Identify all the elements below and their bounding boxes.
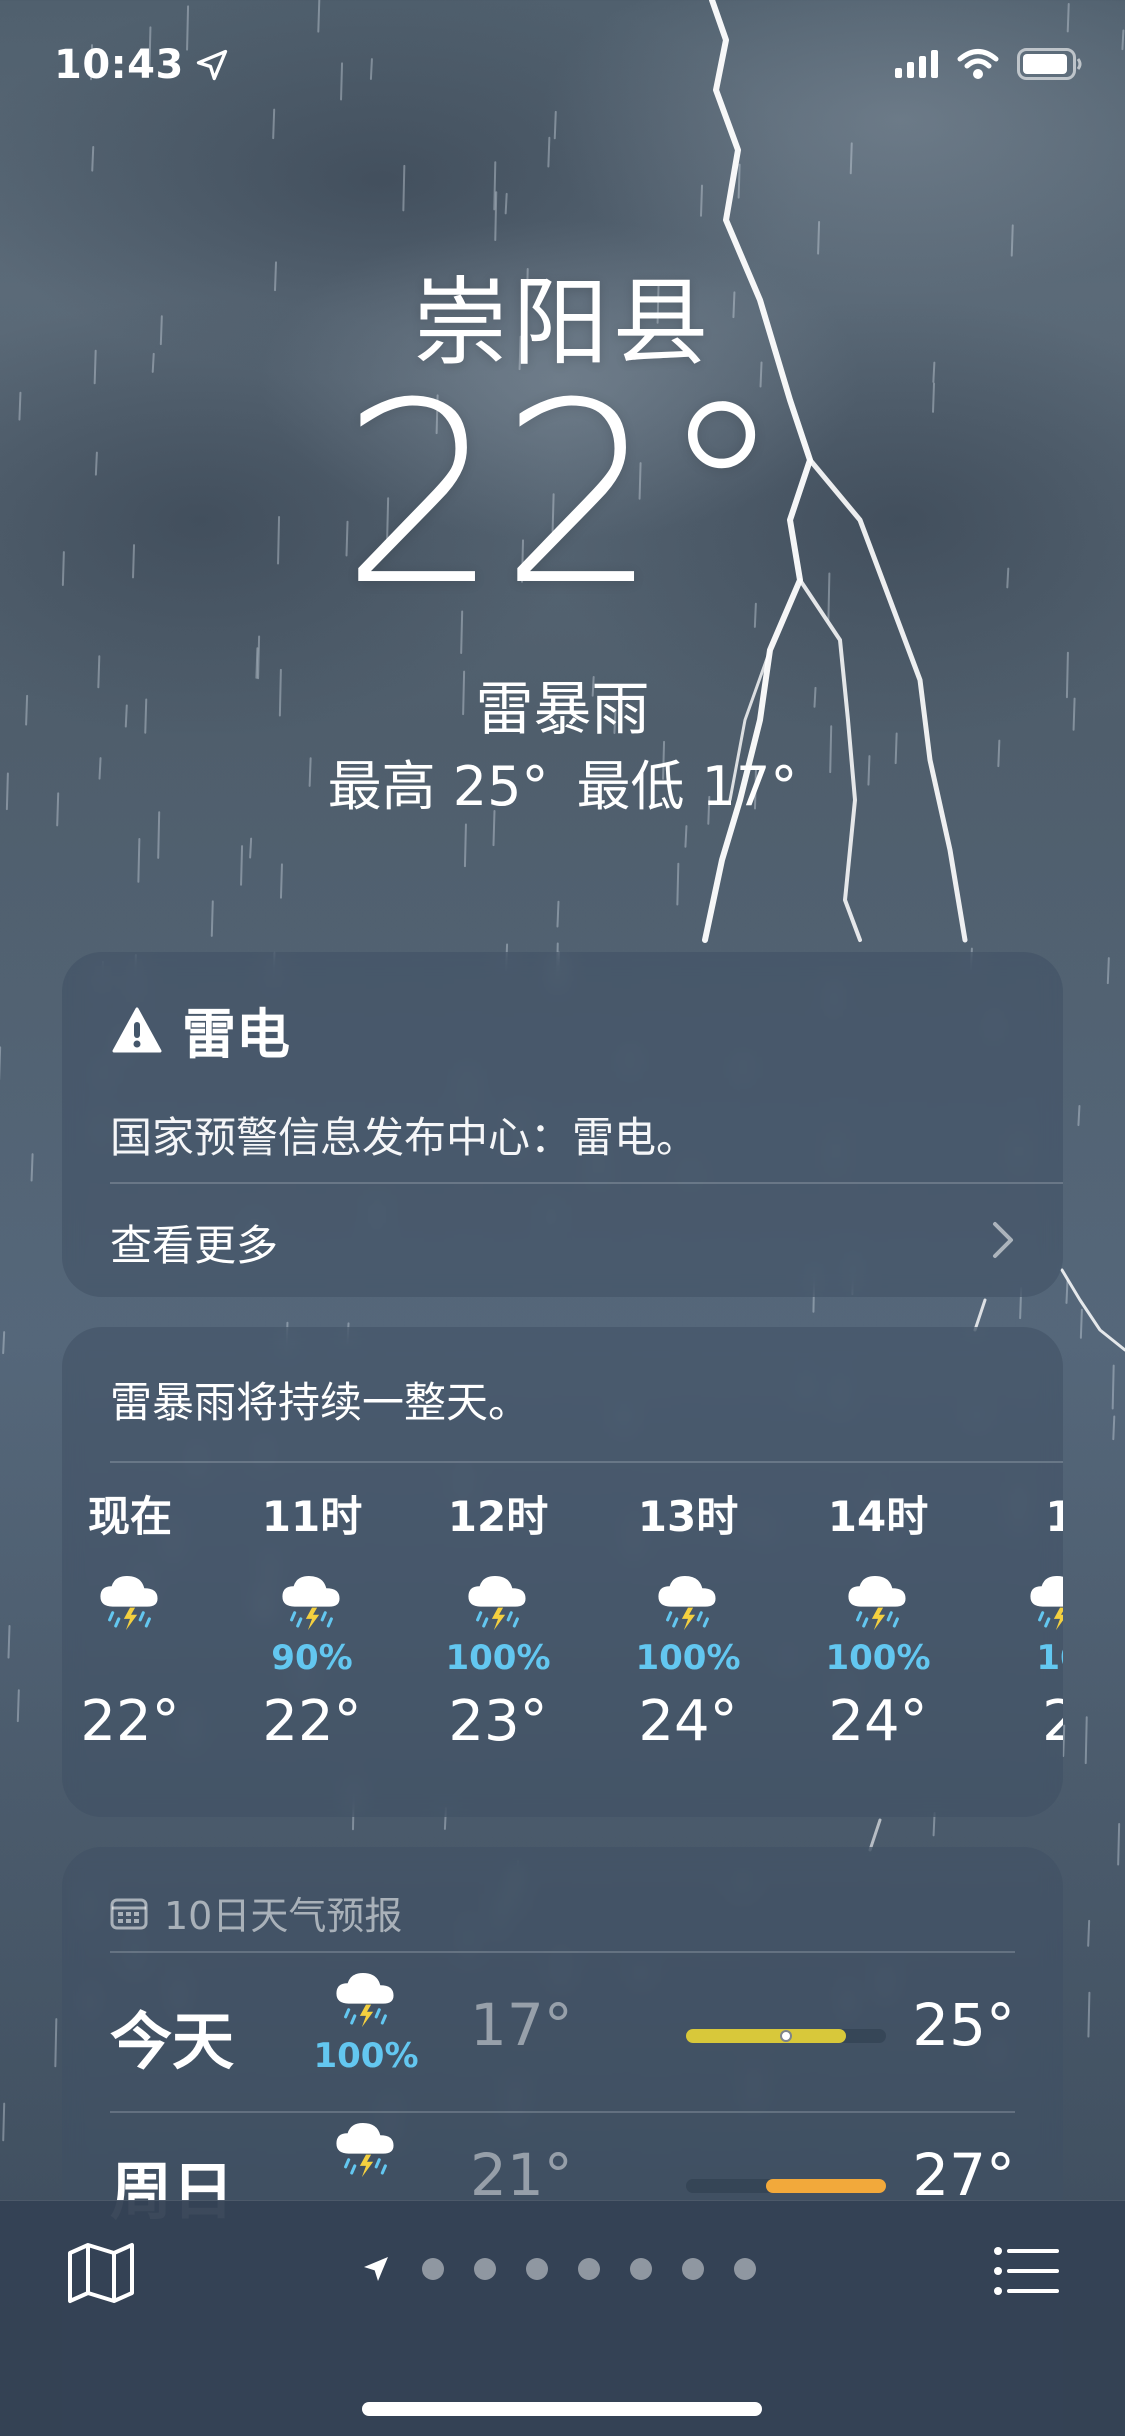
hourly-forecast-card[interactable]: 雷暴雨将持续一整天。 现在 22° 11时 90% 22° 12时 100% 23° 13时 10… <box>62 1327 1063 1817</box>
page-dot[interactable] <box>630 2258 652 2280</box>
hour-icon-wrap <box>242 1565 382 1635</box>
hour-temperature: 23° <box>448 1689 548 1754</box>
day-low: 21° <box>470 2141 573 2209</box>
day-icon-wrap <box>306 2121 426 2186</box>
hour-label: 14时 <box>827 1492 929 1541</box>
hour-temperature: 22° <box>80 1689 180 1754</box>
hour-label: 现在 <box>87 1492 172 1541</box>
home-indicator[interactable] <box>362 2402 762 2416</box>
current-temp-marker <box>780 2030 792 2042</box>
page-dot[interactable] <box>422 2258 444 2280</box>
page-dot[interactable] <box>578 2258 600 2280</box>
hour-icon-wrap <box>62 1565 200 1635</box>
hourly-item: 12时 100% 23° <box>428 1487 568 1754</box>
low-temp: 最低 17° <box>576 755 798 818</box>
current-condition: 雷暴雨 <box>475 675 650 743</box>
day-high: 27° <box>912 2141 1015 2209</box>
bottom-toolbar <box>0 2200 1125 2436</box>
hour-icon-wrap <box>990 1565 1063 1635</box>
day-high: 25° <box>912 1991 1015 2059</box>
thunderstorm-icon <box>658 1575 716 1630</box>
page-dot[interactable] <box>474 2258 496 2280</box>
alert-title: 雷电 <box>112 990 290 1069</box>
hour-icon-wrap <box>428 1565 568 1635</box>
wifi-icon <box>957 49 999 79</box>
hour-label: 11时 <box>261 1492 363 1541</box>
hour-label: 13时 <box>637 1492 739 1541</box>
page-dot[interactable] <box>526 2258 548 2280</box>
divider <box>110 1951 1015 1953</box>
alert-message: 国家预警信息发布中心：雷电。 <box>110 1113 699 1162</box>
calendar-icon <box>110 1898 148 1929</box>
high-temp: 最高 25° <box>327 755 549 818</box>
hourly-item: 1 10 2 <box>990 1487 1063 1754</box>
location-arrow-icon[interactable] <box>360 2253 392 2285</box>
page-dot[interactable] <box>682 2258 704 2280</box>
precipitation-probability: 10 <box>1036 1638 1063 1678</box>
page-dot[interactable] <box>734 2258 756 2280</box>
precipitation-probability: 100% <box>635 1638 741 1678</box>
day-name: 今天 <box>110 2005 235 2078</box>
map-icon[interactable] <box>66 2241 136 2305</box>
ten-day-header: 10日天气预报 <box>110 1885 402 1940</box>
warning-triangle-icon <box>112 1007 162 1052</box>
divider <box>110 1182 1063 1184</box>
hourly-item: 13时 100% 24° <box>618 1487 758 1754</box>
thunderstorm-icon <box>282 1575 340 1630</box>
divider <box>110 1461 1063 1463</box>
ten-day-header-text: 10日天气预报 <box>164 1894 403 1938</box>
high-low-temps: 最高 25° 最低 17° <box>0 742 1125 821</box>
precipitation-probability: 100% <box>445 1638 551 1678</box>
current-temperature: 22° <box>340 349 785 640</box>
thunderstorm-icon <box>336 1973 394 2028</box>
thunderstorm-icon <box>848 1575 906 1630</box>
precipitation-probability <box>62 1635 200 1681</box>
hourly-item: 14时 100% 24° <box>808 1487 948 1754</box>
temperature-range-fill <box>766 2179 886 2193</box>
hour-temperature: 22° <box>262 1689 362 1754</box>
thunderstorm-icon <box>468 1575 526 1630</box>
clock-text: 10:43 <box>54 42 184 88</box>
hourly-item: 现在 22° <box>62 1487 200 1754</box>
hour-temperature: 24° <box>638 1689 738 1754</box>
day-low: 17° <box>470 1991 573 2059</box>
severe-weather-alert-card[interactable]: 雷电 国家预警信息发布中心：雷电。 查看更多 <box>62 952 1063 1297</box>
hourly-item: 11时 90% 22° <box>242 1487 382 1754</box>
temperature-range-fill <box>686 2029 846 2043</box>
hour-icon-wrap <box>808 1565 948 1635</box>
hour-temperature: 24° <box>828 1689 928 1754</box>
daily-row[interactable]: 今天 100% 17° 25° <box>110 1963 1015 2113</box>
chevron-right-icon[interactable] <box>991 1220 1015 1260</box>
thunderstorm-icon <box>336 2123 394 2178</box>
temperature-range-bar <box>686 2029 886 2043</box>
alert-title-text: 雷电 <box>182 1003 290 1066</box>
precipitation-probability: 90% <box>271 1638 353 1678</box>
status-time: 10:43 <box>54 42 230 88</box>
status-icons <box>895 48 1083 80</box>
page-indicator[interactable] <box>360 2253 756 2285</box>
hour-label: 1 <box>1045 1492 1063 1541</box>
precipitation-probability: 100% <box>825 1638 931 1678</box>
hour-icon-wrap <box>618 1565 758 1635</box>
list-icon[interactable] <box>993 2245 1059 2297</box>
hour-label: 12时 <box>447 1492 549 1541</box>
see-more-link[interactable]: 查看更多 <box>110 1212 278 1273</box>
day-icon-wrap: 100% <box>306 1971 426 2076</box>
battery-icon <box>1017 48 1082 80</box>
signal-icon <box>895 50 938 78</box>
thunderstorm-icon <box>100 1575 158 1630</box>
hourly-summary: 雷暴雨将持续一整天。 <box>110 1378 531 1427</box>
location-arrow-icon <box>196 49 227 81</box>
temperature-range-bar <box>686 2179 886 2193</box>
hour-temperature: 2 <box>1042 1689 1063 1754</box>
precipitation-probability: 100% <box>313 2036 419 2077</box>
thunderstorm-icon <box>1030 1575 1063 1630</box>
